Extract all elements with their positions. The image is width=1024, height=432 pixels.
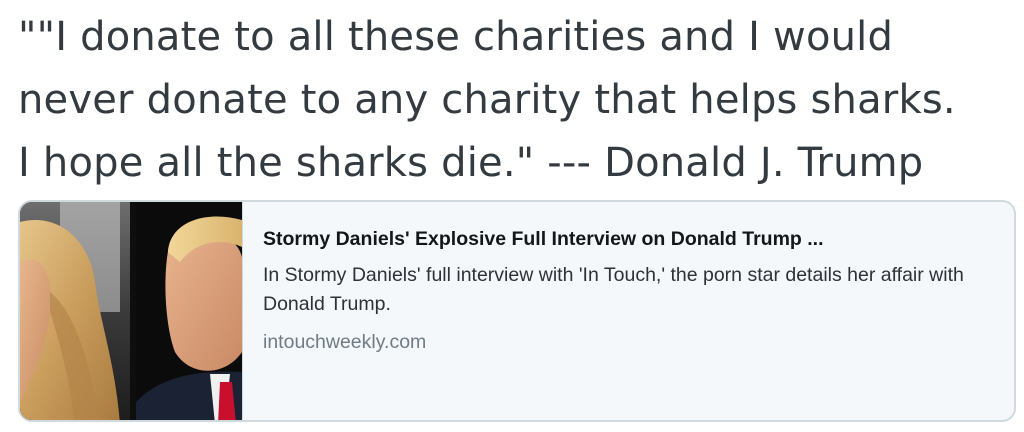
card-description: In Stormy Daniels' full interview with '… bbox=[263, 264, 964, 315]
card-domain: intouchweekly.com bbox=[263, 331, 427, 353]
tweet-text: ""I donate to all these charities and I … bbox=[18, 14, 956, 186]
card-body: Stormy Daniels' Explosive Full Interview… bbox=[243, 202, 1014, 420]
card-title[interactable]: Stormy Daniels' Explosive Full Interview… bbox=[263, 228, 994, 251]
link-preview-card[interactable]: Stormy Daniels' Explosive Full Interview… bbox=[18, 200, 1016, 422]
card-thumbnail-image bbox=[20, 202, 243, 420]
